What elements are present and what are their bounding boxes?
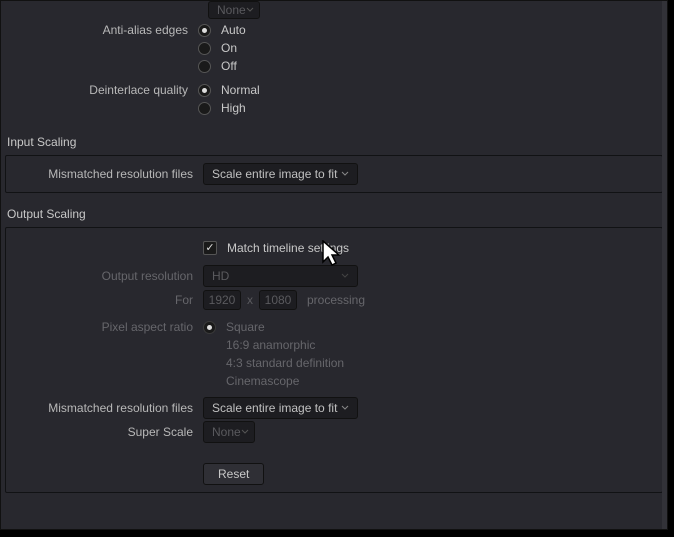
reset-label: Reset bbox=[218, 467, 249, 481]
for-label: For bbox=[6, 293, 203, 307]
output-scaling-section: Match timeline settings Output resolutio… bbox=[5, 227, 663, 493]
par-43-label: 4:3 standard definition bbox=[226, 356, 344, 370]
radio-icon bbox=[198, 24, 211, 37]
deinterlace-normal[interactable]: Deinterlace quality Normal bbox=[1, 81, 667, 99]
input-scaling-section: Mismatched resolution files Scale entire… bbox=[5, 155, 663, 193]
deinterlace-high[interactable]: High bbox=[1, 99, 667, 117]
chevron-down-icon bbox=[241, 428, 249, 436]
match-timeline-row[interactable]: Match timeline settings bbox=[6, 238, 662, 258]
deinterlace-label: Deinterlace quality bbox=[1, 83, 198, 97]
anti-alias-label: Anti-alias edges bbox=[1, 23, 198, 37]
output-resolution-value: HD bbox=[212, 269, 229, 283]
anti-alias-off[interactable]: Off bbox=[1, 57, 667, 75]
anti-alias-off-label: Off bbox=[221, 59, 237, 73]
output-resolution-select: HD bbox=[203, 265, 358, 287]
input-mismatch-label: Mismatched resolution files bbox=[6, 167, 203, 181]
output-scaling-header: Output Scaling bbox=[1, 203, 667, 225]
input-mismatch-select[interactable]: Scale entire image to fit bbox=[203, 163, 358, 185]
output-mismatch-select[interactable]: Scale entire image to fit bbox=[203, 397, 358, 419]
output-mismatch-value: Scale entire image to fit bbox=[212, 401, 337, 415]
super-scale-label: Super Scale bbox=[6, 425, 203, 439]
par-cinemascope-label: Cinemascope bbox=[226, 374, 299, 388]
output-resolution-label: Output resolution bbox=[6, 269, 203, 283]
output-mismatch-label: Mismatched resolution files bbox=[6, 401, 203, 415]
chevron-down-icon bbox=[341, 404, 349, 412]
par-169-label: 16:9 anamorphic bbox=[226, 338, 315, 352]
super-scale-select[interactable]: None bbox=[203, 421, 255, 443]
checkbox-icon bbox=[203, 241, 217, 255]
radio-icon bbox=[198, 102, 211, 115]
height-field: 1080 bbox=[259, 290, 297, 310]
width-field: 1920 bbox=[203, 290, 241, 310]
input-mismatch-value: Scale entire image to fit bbox=[212, 167, 337, 181]
input-scaling-header: Input Scaling bbox=[1, 131, 667, 153]
anti-alias-auto-label: Auto bbox=[221, 23, 246, 37]
chevron-down-icon bbox=[341, 272, 349, 280]
radio-icon bbox=[203, 321, 216, 334]
radio-icon bbox=[198, 84, 211, 97]
processing-text: processing bbox=[307, 293, 365, 307]
chevron-down-icon bbox=[246, 6, 254, 14]
deinterlace-high-label: High bbox=[221, 101, 246, 115]
par-square-label: Square bbox=[226, 320, 265, 334]
chevron-down-icon bbox=[341, 170, 349, 178]
par-cinemascope: Cinemascope bbox=[6, 372, 662, 390]
par-43: 4:3 standard definition bbox=[6, 354, 662, 372]
x-separator: x bbox=[247, 293, 253, 307]
deinterlace-normal-label: Normal bbox=[221, 83, 260, 97]
radio-icon bbox=[198, 42, 211, 55]
par-label: Pixel aspect ratio bbox=[6, 320, 203, 334]
match-timeline-label: Match timeline settings bbox=[227, 241, 349, 255]
radio-icon bbox=[198, 60, 211, 73]
reset-button[interactable]: Reset bbox=[203, 463, 264, 485]
top-none-value: None bbox=[217, 3, 246, 17]
anti-alias-auto[interactable]: Anti-alias edges Auto bbox=[1, 21, 667, 39]
anti-alias-on-label: On bbox=[221, 41, 237, 55]
par-169: 16:9 anamorphic bbox=[6, 336, 662, 354]
top-none-select[interactable]: None bbox=[208, 1, 260, 19]
par-square: Pixel aspect ratio Square bbox=[6, 318, 662, 336]
anti-alias-on[interactable]: On bbox=[1, 39, 667, 57]
scrollbar-track[interactable] bbox=[662, 1, 667, 529]
super-scale-value: None bbox=[212, 425, 241, 439]
